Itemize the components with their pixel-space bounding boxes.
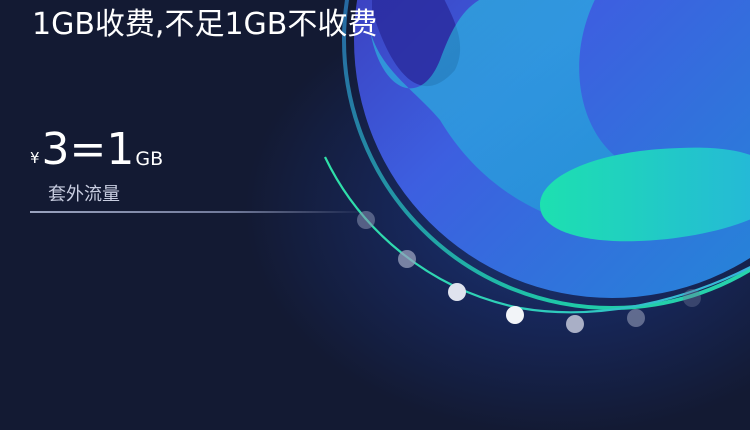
price-unit: GB: [135, 148, 164, 170]
orbit-dot: [448, 283, 466, 301]
headline-text: 1GB收费,不足1GB不收费: [32, 7, 378, 42]
orbit-dot: [398, 250, 416, 268]
divider-line: [30, 211, 370, 213]
orbit-dot: [683, 289, 701, 307]
orbit-dot: [627, 309, 645, 327]
price-value: 3=1: [41, 124, 135, 175]
subtitle-text: 套外流量: [48, 184, 120, 205]
orbit-dot: [357, 211, 375, 229]
orbit-dot: [506, 306, 524, 324]
promo-banner: 1GB收费,不足1GB不收费 ¥3=1GB 套外流量: [0, 0, 750, 430]
price-display: ¥3=1GB: [30, 124, 163, 180]
orbit-dot: [566, 315, 584, 333]
planet-illustration: [324, 0, 750, 333]
currency-symbol: ¥: [30, 149, 40, 167]
